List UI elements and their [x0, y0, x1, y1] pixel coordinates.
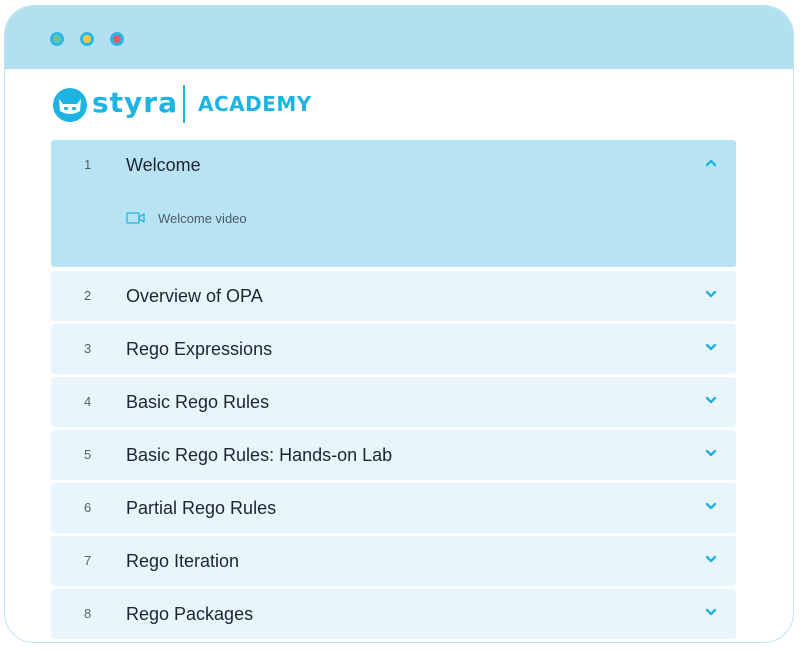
module-row-basic-rego-rules[interactable]: 4 Basic Rego Rules	[51, 377, 736, 427]
module-row-rego-expressions[interactable]: 3 Rego Expressions	[51, 324, 736, 374]
module-title: Rego Expressions	[126, 339, 273, 359]
module-number: 7	[84, 553, 92, 568]
module-row-basic-rego-rules-lab[interactable]: 5 Basic Rego Rules: Hands-on Lab	[51, 430, 736, 480]
module-title: Basic Rego Rules: Hands-on Lab	[126, 445, 393, 465]
chevron-down-icon[interactable]	[704, 446, 718, 460]
site-header: styra ACADEMY	[52, 85, 452, 125]
module-number: 1	[84, 157, 92, 172]
chevron-down-icon[interactable]	[704, 605, 718, 619]
window-maximize-button[interactable]	[50, 32, 64, 46]
module-title: Partial Rego Rules	[126, 498, 277, 518]
module-title: Basic Rego Rules	[126, 392, 270, 412]
window-minimize-button[interactable]	[80, 32, 94, 46]
window-titlebar	[5, 6, 793, 69]
module-row-overview-of-opa[interactable]: 2 Overview of OPA	[51, 271, 736, 321]
chevron-down-icon[interactable]	[704, 552, 718, 566]
lesson-label: Welcome video	[158, 211, 247, 226]
module-row-rego-iteration[interactable]: 7 Rego Iteration	[51, 536, 736, 586]
styra-wordmark: styra	[92, 86, 179, 119]
module-number: 4	[84, 394, 92, 409]
academy-label: ACADEMY	[198, 92, 312, 116]
module-title: Welcome	[126, 155, 201, 175]
module-number: 2	[84, 288, 92, 303]
module-title: Overview of OPA	[126, 286, 263, 306]
module-number: 8	[84, 606, 92, 621]
module-number: 3	[84, 341, 92, 356]
styra-logo-icon	[53, 88, 87, 122]
chevron-down-icon[interactable]	[704, 340, 718, 354]
video-icon	[126, 212, 145, 224]
window-close-button[interactable]	[110, 32, 124, 46]
header-divider	[183, 85, 185, 123]
module-list: 1 Welcome Welcome video 2 Overview of OP…	[51, 140, 736, 642]
module-number: 5	[84, 447, 92, 462]
chevron-down-icon[interactable]	[704, 393, 718, 407]
chevron-down-icon[interactable]	[704, 287, 718, 301]
module-row-rego-packages[interactable]: 8 Rego Packages	[51, 589, 736, 639]
module-row-welcome[interactable]: 1 Welcome Welcome video	[51, 140, 736, 267]
module-row-partial-rego-rules[interactable]: 6 Partial Rego Rules	[51, 483, 736, 533]
chevron-down-icon[interactable]	[704, 499, 718, 513]
module-title: Rego Iteration	[126, 551, 240, 571]
module-number: 6	[84, 500, 92, 515]
module-title: Rego Packages	[126, 604, 254, 624]
chevron-up-icon[interactable]	[704, 156, 718, 170]
